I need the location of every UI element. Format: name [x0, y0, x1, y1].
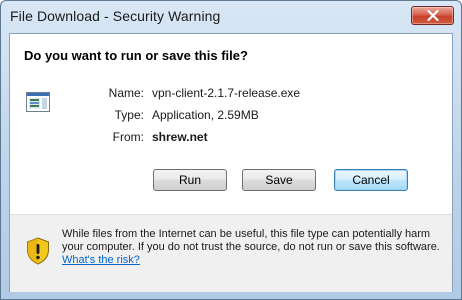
- file-type-label: Type:: [114, 108, 144, 122]
- window-title: File Download - Security Warning: [10, 8, 221, 24]
- title-bar[interactable]: File Download - Security Warning: [1, 1, 461, 33]
- cancel-button[interactable]: Cancel: [334, 169, 408, 191]
- file-name-label: Name:: [108, 86, 144, 100]
- warning-message: While files from the Internet can be use…: [62, 228, 444, 267]
- dialog-heading: Do you want to run or save this file?: [24, 48, 248, 63]
- dialog-body: Do you want to run or save this file? Na…: [9, 33, 453, 292]
- close-button[interactable]: [411, 6, 454, 25]
- warning-panel: While files from the Internet can be use…: [10, 214, 452, 292]
- application-file-icon: [26, 92, 50, 112]
- close-icon: [427, 10, 439, 21]
- warning-text: While files from the Internet can be use…: [62, 228, 440, 253]
- file-source-label: From:: [112, 130, 144, 144]
- whats-the-risk-link[interactable]: What's the risk?: [62, 254, 140, 266]
- file-type-value: Application, 2.59MB: [152, 108, 259, 122]
- security-shield-icon: [27, 237, 49, 265]
- file-source-value: shrew.net: [152, 130, 208, 144]
- file-name-value: vpn-client-2.1.7-release.exe: [152, 86, 301, 100]
- security-warning-window: File Download - Security Warning Do you …: [0, 0, 462, 300]
- run-button[interactable]: Run: [153, 169, 227, 191]
- save-button[interactable]: Save: [242, 169, 316, 191]
